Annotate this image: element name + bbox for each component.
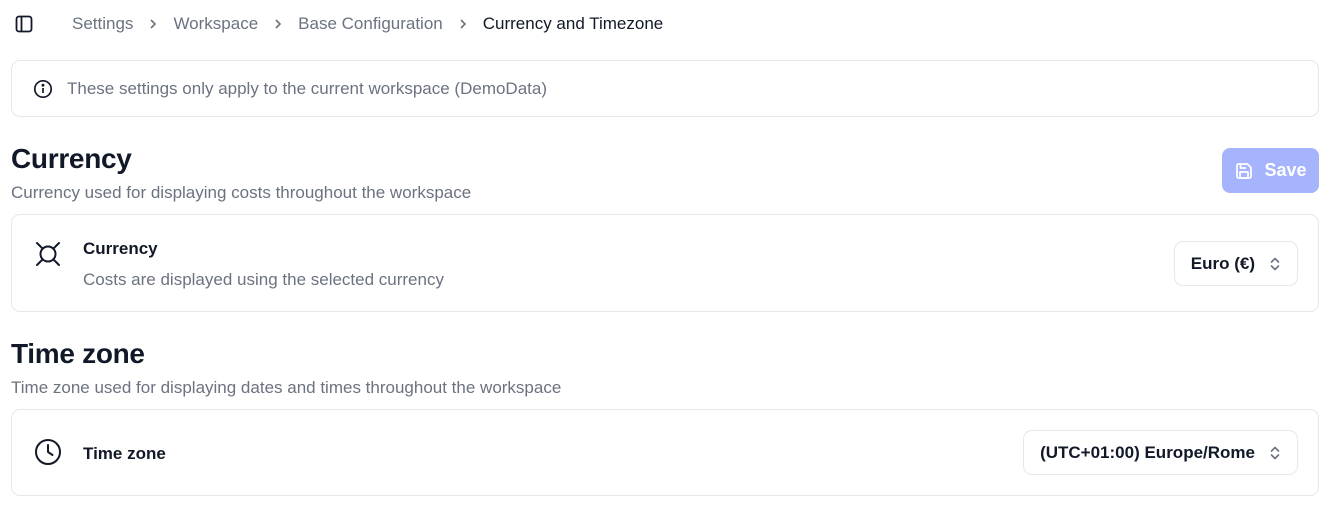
info-icon <box>33 79 53 99</box>
timezone-setting-label: Time zone <box>83 444 166 463</box>
save-button[interactable]: Save <box>1222 148 1319 193</box>
currency-setting-sublabel: Costs are displayed using the selected c… <box>83 270 444 289</box>
floppy-disk-icon <box>1234 161 1254 181</box>
breadcrumb-workspace[interactable]: Workspace <box>173 14 258 34</box>
chevron-up-down-icon <box>1269 445 1281 461</box>
clock-icon <box>33 437 63 467</box>
currency-setting-card: Currency Costs are displayed using the s… <box>11 214 1319 312</box>
chevron-right-icon <box>148 18 158 30</box>
breadcrumb-settings[interactable]: Settings <box>72 14 133 34</box>
save-button-label: Save <box>1264 160 1307 180</box>
currency-select-value: Euro (€) <box>1190 253 1255 273</box>
sidebar-toggle-icon[interactable] <box>13 13 35 35</box>
top-bar: Settings Workspace Base Configuration Cu… <box>0 0 1333 48</box>
chevron-right-icon <box>458 18 468 30</box>
timezone-section-title: Time zone <box>11 338 145 369</box>
currency-setting-label: Currency <box>83 239 158 258</box>
timezone-select-value: (UTC+01:00) Europe/Rome <box>1040 442 1255 462</box>
info-banner-text: These settings only apply to the current… <box>67 78 548 98</box>
breadcrumb-base-configuration[interactable]: Base Configuration <box>298 14 443 34</box>
currency-section-description: Currency used for displaying costs throu… <box>11 183 472 202</box>
timezone-select[interactable]: (UTC+01:00) Europe/Rome <box>1023 430 1298 475</box>
currency-icon <box>33 239 63 269</box>
timezone-setting-card: Time zone (UTC+01:00) Europe/Rome <box>11 409 1319 496</box>
info-banner: These settings only apply to the current… <box>11 60 1319 117</box>
chevron-right-icon <box>273 18 283 30</box>
timezone-section-description: Time zone used for displaying dates and … <box>11 378 562 397</box>
breadcrumb: Settings Workspace Base Configuration Cu… <box>72 13 663 35</box>
breadcrumb-current-page: Currency and Timezone <box>482 14 664 33</box>
currency-select[interactable]: Euro (€) <box>1173 241 1298 286</box>
currency-section-title: Currency <box>11 143 132 174</box>
chevron-up-down-icon <box>1269 256 1281 272</box>
